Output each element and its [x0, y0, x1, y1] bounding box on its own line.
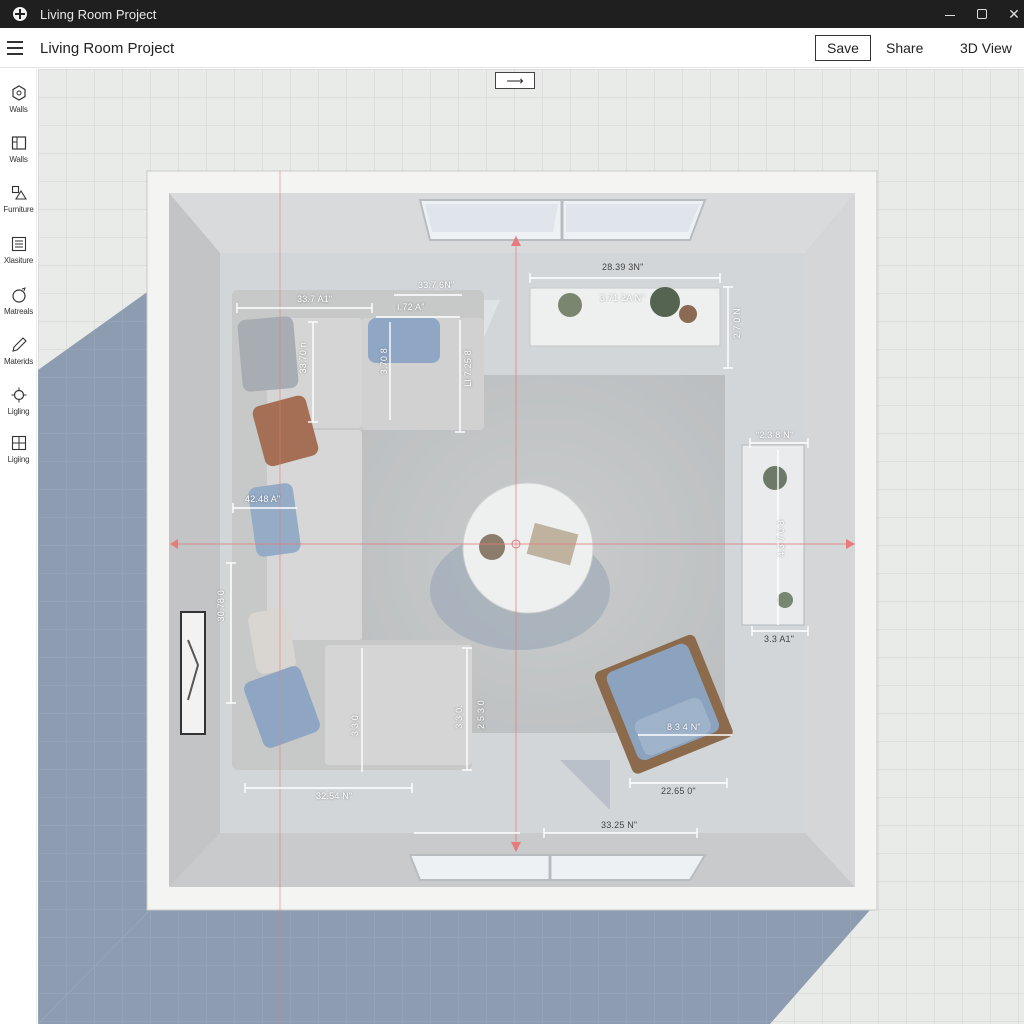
- minimize-icon: [945, 15, 955, 16]
- dimension-label: 3.3 A1": [764, 634, 795, 644]
- sidebar-item-label: Ligling: [7, 407, 30, 416]
- sidebar-item-materids[interactable]: Materids: [0, 337, 37, 385]
- hamburger-menu-icon[interactable]: [7, 41, 23, 55]
- dimension-label: LI 7.25 8: [463, 350, 473, 387]
- close-button[interactable]: ✕: [996, 0, 1024, 28]
- furniture-shapes-icon: [11, 185, 27, 200]
- dimension-label: 3.71 2A N": [600, 293, 645, 303]
- coffee-table[interactable]: [462, 482, 594, 614]
- project-title: Living Room Project: [40, 40, 175, 57]
- window-bottom: [408, 854, 707, 881]
- dimension-label: 4.3 7 0 8: [776, 520, 786, 557]
- dimension-label: 33.7 6N": [418, 280, 455, 290]
- dimension-label: 2.7 0 N: [732, 308, 742, 339]
- dimension-label: 30.78 0: [216, 590, 226, 622]
- sidebar-item-ligling[interactable]: Ligling: [0, 387, 37, 435]
- close-icon: ✕: [1008, 5, 1020, 22]
- dimension-label: I.72 A": [397, 302, 425, 312]
- room-shadow-left: [38, 290, 150, 1024]
- dimension-label: 33.25 N": [601, 820, 638, 830]
- sidebar-item-label: Materids: [3, 357, 34, 366]
- minimize-button[interactable]: [932, 0, 968, 28]
- grid-window-icon: [11, 435, 26, 451]
- pencil-icon: [11, 337, 27, 352]
- room-shadow-bottom: [38, 910, 870, 1024]
- sidebar-item-xlasiture[interactable]: Xlasiture: [0, 236, 37, 284]
- dimension-label: 32.54 N": [316, 791, 353, 801]
- floor-plan-drawing: [38, 69, 1024, 1024]
- sidebar-item-label: Xlasiture: [3, 256, 34, 265]
- window-title: Living Room Project: [40, 6, 157, 22]
- sidebar-item-label: Walls: [9, 105, 28, 114]
- maximize-button[interactable]: [964, 0, 1000, 28]
- dimension-label: 3.70 8: [379, 348, 389, 375]
- dimension-label: 3 3 0.: [454, 705, 464, 729]
- sidebar-item-label: Furniture: [3, 205, 34, 214]
- maximize-icon: [977, 9, 987, 19]
- dimension-label: 22.65 0": [661, 786, 696, 796]
- dimension-label: 42.48 A": [245, 494, 281, 504]
- floor-plan-canvas[interactable]: ⟶: [38, 69, 1024, 1024]
- wall-panel-icon: [11, 136, 26, 150]
- dimension-label: 33.7 A1": [297, 294, 333, 304]
- sidebar-item-label: Ligiing: [7, 455, 30, 464]
- sidebar-item-furniture[interactable]: Furniture: [0, 185, 37, 233]
- material-sphere-icon: [11, 287, 26, 303]
- dimension-label: "2.3 8 N": [756, 430, 794, 440]
- sidebar-item-walls-2[interactable]: Walls: [0, 135, 37, 183]
- title-bar: Living Room Project ✕: [0, 0, 1024, 28]
- 3d-view-button[interactable]: 3D View: [960, 40, 1012, 56]
- sidebar-item-label: Matreals: [3, 307, 34, 316]
- dimension-label: 2 5 3 0: [476, 700, 486, 729]
- sidebar-item-matreals[interactable]: Matreals: [0, 287, 37, 335]
- list-icon: [11, 236, 26, 252]
- share-button[interactable]: Share: [886, 40, 923, 56]
- dimension-label: 33.70 n: [298, 342, 308, 374]
- direction-toggle-button[interactable]: ⟶: [495, 72, 535, 89]
- dimension-label: 3 3 0: [350, 715, 360, 737]
- sidebar-item-label: Walls: [9, 155, 28, 164]
- side-bench[interactable]: [741, 444, 805, 626]
- toolbar: Living Room Project Save Share 3D View: [0, 28, 1024, 68]
- bulb-icon: [11, 387, 26, 403]
- wall-art: [180, 611, 206, 735]
- dimension-label: 8.3 4 N": [667, 722, 701, 732]
- app-icon: [13, 7, 27, 21]
- sidebar-item-ligiing[interactable]: Ligiing: [0, 435, 37, 483]
- tool-sidebar: Walls Walls Furniture Xlasiture Matreals…: [0, 69, 37, 1024]
- hexagon-icon: [11, 85, 26, 101]
- sidebar-item-walls[interactable]: Walls: [0, 85, 37, 133]
- dimension-label: 28.39 3N": [602, 262, 644, 272]
- save-button[interactable]: Save: [815, 35, 871, 61]
